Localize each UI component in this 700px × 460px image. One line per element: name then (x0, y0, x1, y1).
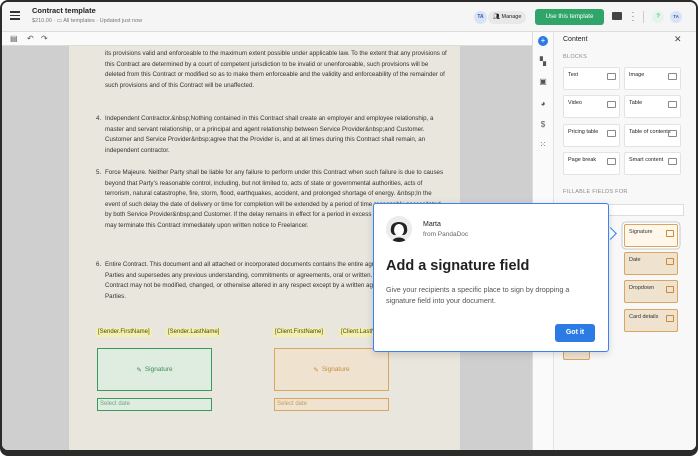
pen-icon: ✎ (313, 366, 319, 374)
close-icon[interactable]: ✕ (674, 34, 682, 45)
block-text[interactable]: Text (563, 67, 620, 90)
block-label: Video (568, 100, 582, 106)
field-date[interactable]: Date (624, 252, 678, 275)
pages-icon[interactable]: ▤ (10, 34, 18, 44)
clause-4[interactable]: 4. Independent Contractor.&nbsp;Nothing … (96, 114, 447, 156)
variables-icon[interactable]: ▣ (538, 77, 548, 87)
dropdown-icon (666, 286, 674, 293)
editor-toolbar: ▤ ↶ ↷ (2, 32, 532, 46)
recipient-avatar[interactable]: TA (474, 11, 487, 24)
guide-company: from PandaDoc (423, 231, 469, 238)
field-dropdown[interactable]: Dropdown (624, 280, 678, 303)
sender-date-field[interactable]: Select date (97, 398, 212, 411)
signature-label: Signature (144, 366, 173, 373)
block-page-break[interactable]: Page break (563, 152, 620, 175)
block-label: Smart content (629, 157, 664, 163)
chat-icon[interactable] (612, 12, 622, 20)
signature-label: Signature (321, 366, 350, 373)
field-label: Signature (629, 229, 653, 235)
image-icon (668, 73, 677, 80)
clause-3-continued[interactable]: its provisions valid and enforceable to … (105, 49, 447, 91)
apps-grid-icon[interactable]: ⁙ (538, 140, 548, 150)
document-title[interactable]: Contract template (32, 6, 96, 15)
block-table[interactable]: Table (624, 95, 681, 118)
video-icon (607, 101, 616, 108)
field-label: Date (629, 257, 641, 263)
sender-signature-field[interactable]: ✎ Signature (97, 348, 212, 391)
redo-icon[interactable]: ↷ (41, 34, 48, 44)
document-location[interactable]: All templates (63, 18, 95, 24)
app-window: Contract template $210.00 · ▭ All templa… (0, 0, 698, 452)
document-price: $210.00 (32, 18, 52, 24)
block-label: Image (629, 72, 645, 78)
block-label: Page break (568, 157, 597, 163)
block-table-of-contents[interactable]: Table of contents (624, 124, 681, 147)
fillable-fields-heading: FILLABLE FIELDS FOR (563, 189, 628, 195)
field-label: Dropdown (629, 285, 655, 291)
client-first-name-variable[interactable]: [Client.FirstName] (273, 328, 326, 337)
calendar-icon (666, 258, 674, 265)
card-icon (666, 315, 674, 322)
block-label: Text (568, 72, 579, 78)
block-pricing-table[interactable]: Pricing table (563, 124, 620, 147)
toc-icon (668, 130, 677, 137)
panel-title: Content (563, 36, 588, 43)
manage-label: Manage (501, 14, 522, 20)
pen-icon: ✎ (136, 366, 142, 374)
undo-icon[interactable]: ↶ (27, 34, 34, 44)
clause-number: 4. (96, 115, 102, 122)
pricing-table-icon (607, 130, 616, 137)
client-date-field[interactable]: Select date (274, 398, 389, 411)
block-video[interactable]: Video (563, 95, 620, 118)
sender-first-name-variable[interactable]: [Sender.FirstName] (96, 328, 152, 337)
field-signature[interactable]: Signature (624, 224, 678, 247)
tooltip-body: Give your recipients a specific place to… (386, 285, 570, 305)
clause-number: 6. (96, 261, 102, 268)
document-subtitle: $210.00 · ▭ All templates · Updated just… (32, 18, 142, 24)
block-label: Table of contents (629, 129, 671, 135)
help-icon[interactable]: ? (652, 11, 664, 23)
page-break-icon (607, 158, 616, 165)
divider (643, 11, 644, 23)
design-icon[interactable]: ◕ (538, 99, 548, 109)
block-smart-content[interactable]: Smart content (624, 152, 681, 175)
client-signature-field[interactable]: ✎ Signature (274, 348, 389, 391)
smart-content-icon (668, 158, 677, 165)
use-template-button[interactable]: Use this template (535, 9, 604, 25)
block-label: Pricing table (568, 129, 599, 135)
document-status: Updated just now (99, 18, 143, 24)
user-avatar[interactable]: TA (670, 11, 682, 23)
blocks-heading: BLOCKS (563, 54, 588, 60)
block-image[interactable]: Image (624, 67, 681, 90)
table-icon (668, 101, 677, 108)
add-content-icon[interactable]: + (538, 36, 548, 46)
got-it-button[interactable]: Got it (555, 324, 595, 342)
block-label: Table (629, 100, 643, 106)
field-label: Card details (629, 314, 659, 320)
folder-icon: ▭ (56, 18, 62, 24)
tooltip-heading: Add a signature field (386, 258, 530, 274)
clause-number: 5. (96, 169, 102, 176)
field-card-details[interactable]: Card details (624, 309, 678, 332)
hamburger-menu-icon[interactable] (10, 11, 20, 20)
clause-text: Independent Contractor.&nbsp;Nothing con… (105, 115, 434, 154)
top-bar: Contract template $210.00 · ▭ All templa… (2, 2, 696, 32)
guide-name: Marta (423, 221, 441, 228)
roles-icon[interactable]: ▚ (538, 57, 548, 67)
guide-avatar (386, 216, 412, 242)
onboarding-tooltip: Marta from PandaDoc Add a signature fiel… (373, 203, 609, 352)
sender-last-name-variable[interactable]: [Sender.LastName] (166, 328, 222, 337)
pen-icon (666, 230, 674, 237)
manage-button[interactable]: 👥︎ Manage (488, 11, 527, 24)
pricing-icon[interactable]: $ (538, 120, 548, 130)
people-icon: 👥︎ (493, 14, 502, 20)
text-icon (607, 73, 616, 80)
more-options-icon[interactable]: · · · (631, 9, 635, 25)
